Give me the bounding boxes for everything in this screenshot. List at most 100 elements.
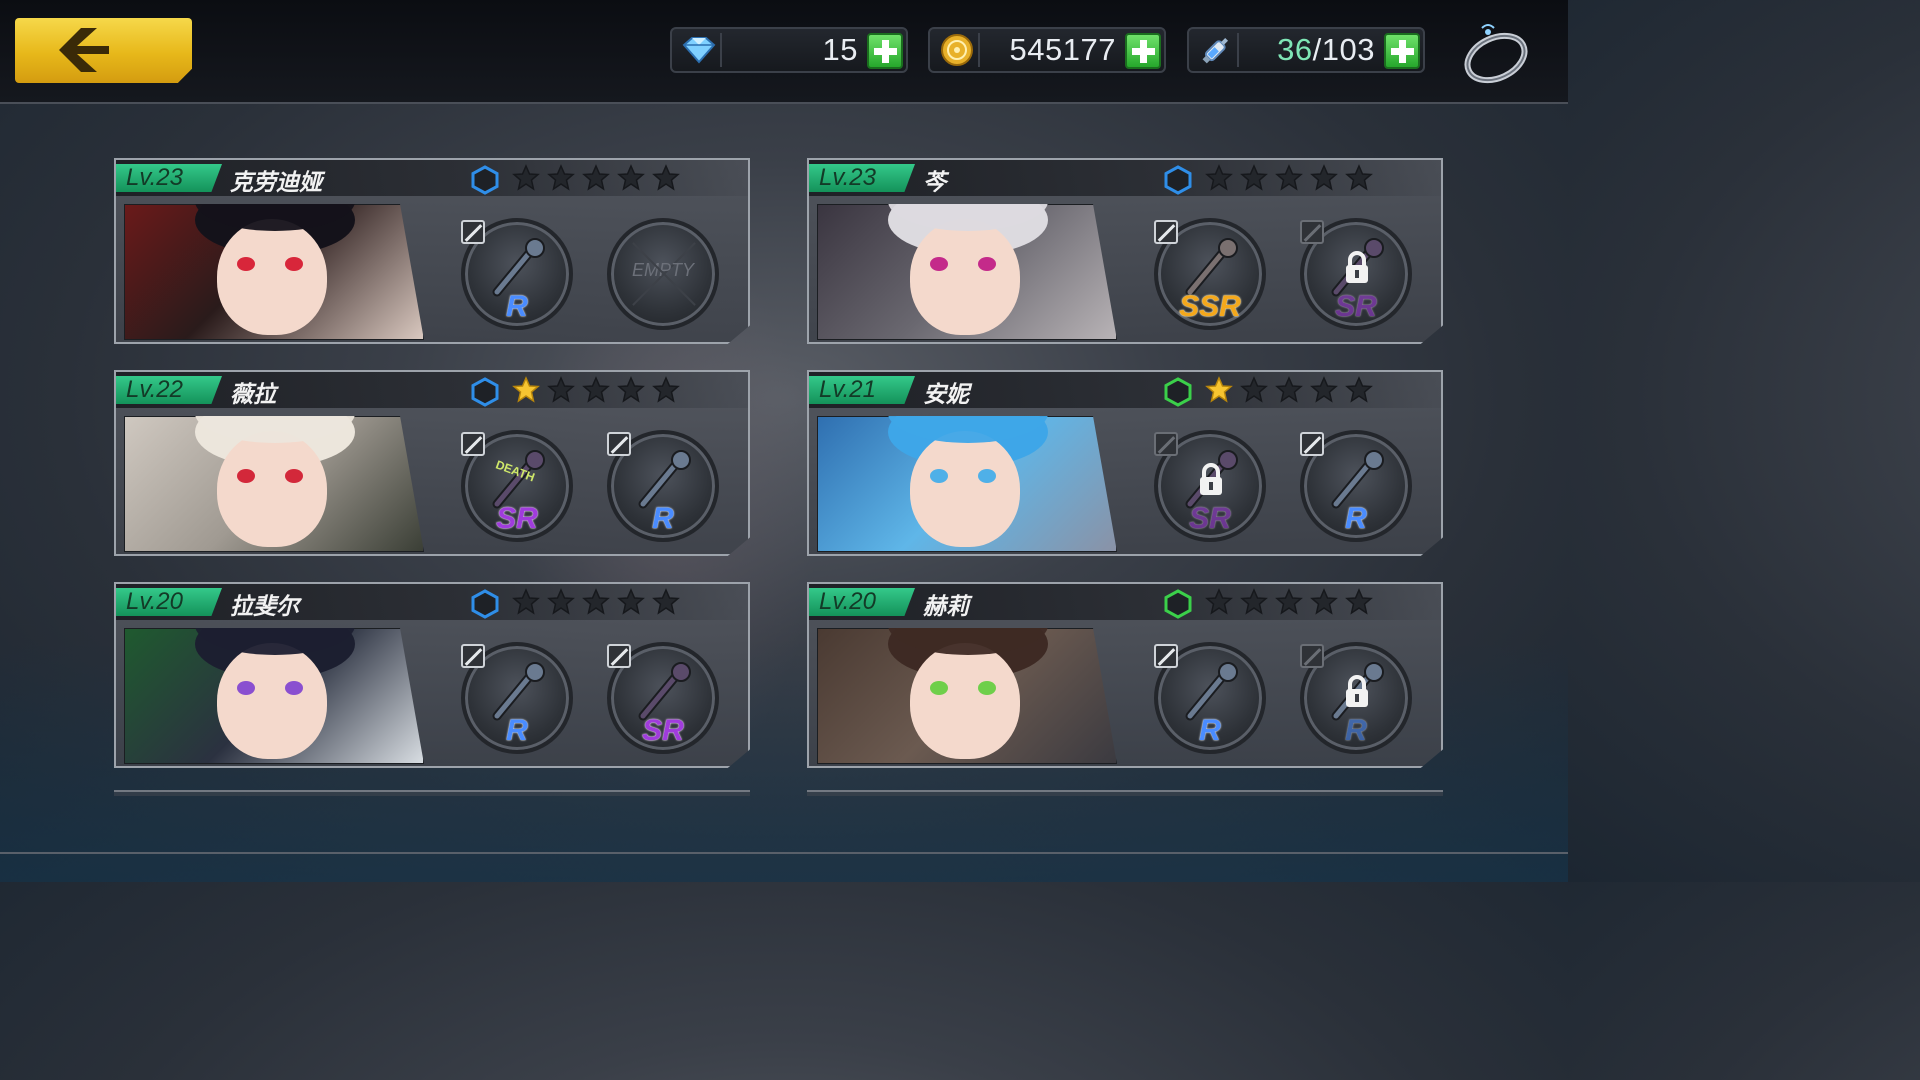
star-empty-icon <box>652 164 680 191</box>
star-rating <box>512 164 680 192</box>
add-stamina-button[interactable] <box>1384 33 1420 69</box>
next-card-edge-right <box>807 790 1443 796</box>
star-empty-icon <box>652 588 680 615</box>
portrait-eye <box>978 469 996 483</box>
star-empty-icon <box>547 588 575 615</box>
star-empty-icon <box>1345 376 1373 403</box>
portrait-face <box>217 643 327 759</box>
coins-counter: 545177 <box>928 27 1166 73</box>
portrait-eye <box>930 469 948 483</box>
portrait-eye <box>930 257 948 271</box>
character-name: 克劳迪娅 <box>230 170 322 196</box>
lock-icon <box>1346 675 1368 707</box>
bottom-divider <box>0 852 1568 854</box>
portrait-face <box>217 219 327 335</box>
character-card[interactable]: Lv.21 安妮 SR R <box>807 370 1443 556</box>
character-card[interactable]: Lv.20 拉斐尔 R SR <box>114 582 750 768</box>
ring-icon <box>1464 24 1528 84</box>
edit-pencil-icon <box>1154 432 1178 456</box>
element-hexagon-icon <box>471 589 499 619</box>
rarity-label: R <box>1199 714 1221 747</box>
add-coins-button[interactable] <box>1125 33 1161 69</box>
character-card[interactable]: Lv.23 克劳迪娅 R EMPTY <box>114 158 750 344</box>
star-empty-icon <box>1310 164 1338 191</box>
diamond-icon <box>678 33 722 67</box>
star-empty-icon <box>1345 588 1373 615</box>
edit-pencil-icon[interactable] <box>1154 220 1178 244</box>
add-gems-button[interactable] <box>867 33 903 69</box>
portrait-eye <box>285 257 303 271</box>
star-rating <box>512 376 680 404</box>
portrait-eye <box>978 681 996 695</box>
character-portrait[interactable] <box>124 204 424 340</box>
level-badge: Lv.23 <box>809 164 915 192</box>
card-header: Lv.23 克劳迪娅 <box>116 160 748 196</box>
star-empty-icon <box>1205 164 1233 191</box>
edit-pencil-icon[interactable] <box>1300 432 1324 456</box>
rarity-label: R <box>506 290 528 323</box>
character-name: 赫莉 <box>923 594 969 620</box>
star-empty-icon <box>1310 376 1338 403</box>
level-badge: Lv.21 <box>809 376 915 404</box>
stamina-current: 36 <box>1277 32 1313 67</box>
edit-pencil-icon[interactable] <box>461 432 485 456</box>
syringe-icon <box>1195 33 1239 67</box>
character-card[interactable]: Lv.20 赫莉 R R <box>807 582 1443 768</box>
portrait-eye <box>285 681 303 695</box>
star-empty-icon <box>1275 588 1303 615</box>
lock-icon <box>1200 463 1222 495</box>
character-portrait[interactable] <box>817 204 1117 340</box>
edit-pencil-icon <box>1300 220 1324 244</box>
character-name: 薇拉 <box>230 382 276 408</box>
star-empty-icon <box>547 164 575 191</box>
edit-pencil-icon[interactable] <box>1154 644 1178 668</box>
character-portrait[interactable] <box>817 628 1117 764</box>
edit-pencil-icon[interactable] <box>607 644 631 668</box>
character-portrait[interactable] <box>124 628 424 764</box>
gems-value: 15 <box>822 32 858 67</box>
card-header: Lv.23 芩 <box>809 160 1441 196</box>
card-header: Lv.21 安妮 <box>809 372 1441 408</box>
character-card[interactable]: Lv.23 芩 SSR SR <box>807 158 1443 344</box>
character-portrait[interactable] <box>124 416 424 552</box>
rarity-label: R <box>506 714 528 747</box>
level-badge: Lv.20 <box>116 588 222 616</box>
star-empty-icon <box>582 588 610 615</box>
star-rating <box>1205 376 1373 404</box>
star-empty-icon <box>1240 376 1268 403</box>
character-portrait[interactable] <box>817 416 1117 552</box>
star-empty-icon <box>512 164 540 191</box>
star-empty-icon <box>1345 164 1373 191</box>
stamina-separator: / <box>1312 32 1322 67</box>
back-button[interactable] <box>15 18 192 83</box>
character-card[interactable]: Lv.22 薇拉 DEATH SR R <box>114 370 750 556</box>
empty-slot-label: EMPTY <box>631 260 694 280</box>
card-header: Lv.20 拉斐尔 <box>116 584 748 620</box>
edit-pencil-icon[interactable] <box>607 432 631 456</box>
star-rating <box>1205 164 1373 192</box>
star-rating <box>1205 588 1373 616</box>
star-empty-icon <box>547 376 575 403</box>
top-bar: 15 545177 36/103 <box>0 0 1568 104</box>
star-empty-icon <box>512 588 540 615</box>
element-hexagon-icon <box>471 165 499 195</box>
character-name: 安妮 <box>923 382 969 408</box>
star-empty-icon <box>1275 164 1303 191</box>
edit-pencil-icon[interactable] <box>461 644 485 668</box>
next-card-edge-left <box>114 790 750 796</box>
star-empty-icon <box>617 164 645 191</box>
stamina-max: 103 <box>1321 32 1375 67</box>
rarity-label: SR <box>1335 290 1377 323</box>
edit-pencil-icon <box>1300 644 1324 668</box>
card-header: Lv.22 薇拉 <box>116 372 748 408</box>
rarity-label: R <box>1345 502 1367 535</box>
ring-button[interactable] <box>1460 20 1532 86</box>
edit-pencil-icon[interactable] <box>461 220 485 244</box>
element-hexagon-icon <box>1164 589 1192 619</box>
portrait-eye <box>285 469 303 483</box>
portrait-eye <box>978 257 996 271</box>
empty-equipment-slot[interactable]: EMPTY <box>607 218 719 330</box>
back-arrow-icon <box>59 28 109 72</box>
star-empty-icon <box>617 376 645 403</box>
star-filled-icon <box>512 376 540 403</box>
